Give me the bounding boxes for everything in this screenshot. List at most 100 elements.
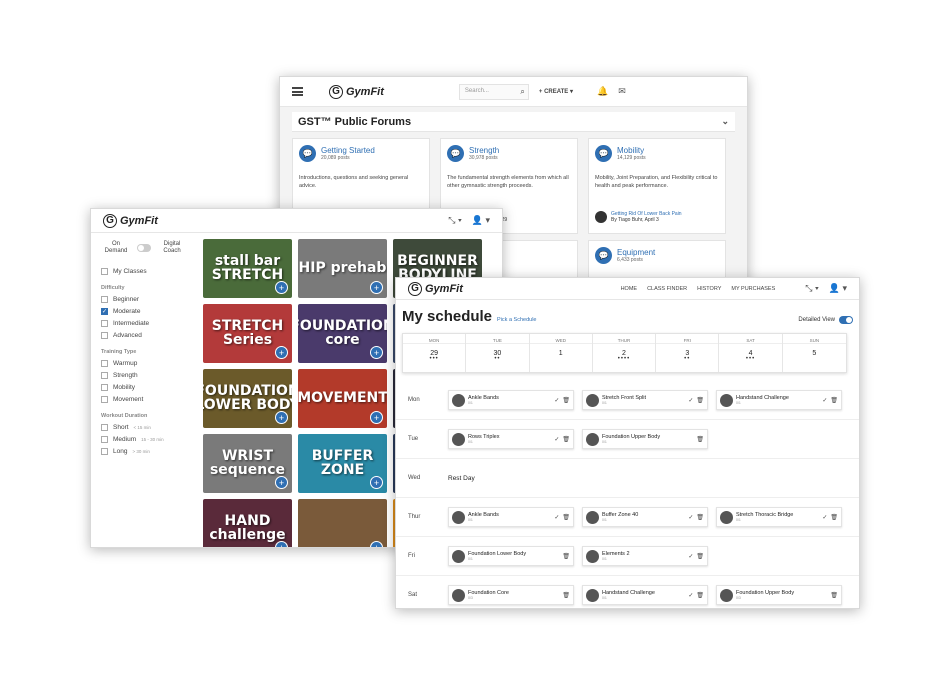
forum-title[interactable]: Mobility bbox=[617, 146, 646, 155]
add-icon[interactable]: + bbox=[370, 411, 383, 424]
forum-card-equipment[interactable]: 💬 Equipment 6,433 posts bbox=[588, 240, 726, 280]
duration-checkbox[interactable]: Long > 30 min bbox=[101, 448, 187, 456]
trash-icon[interactable]: 🗑 bbox=[830, 592, 838, 599]
week-day[interactable]: MON 29 ••• bbox=[403, 334, 467, 372]
add-icon[interactable]: + bbox=[370, 541, 383, 547]
check-icon[interactable]: ✓ bbox=[688, 397, 693, 404]
check-icon[interactable]: ✓ bbox=[554, 436, 559, 443]
checkbox[interactable] bbox=[101, 424, 108, 432]
trash-icon[interactable]: 🗑 bbox=[696, 514, 704, 521]
week-day[interactable]: WED 1 bbox=[529, 334, 593, 372]
scheduled-class[interactable]: Elements 2 0/1 ✓ 🗑 bbox=[582, 546, 708, 566]
user-icon[interactable]: 👤 ▾ bbox=[472, 215, 490, 226]
my-classes-checkbox[interactable]: My Classes bbox=[101, 268, 187, 276]
nav-link[interactable]: HOME bbox=[621, 286, 638, 292]
expand-icon[interactable]: ⤡ ▾ bbox=[805, 283, 818, 294]
week-day[interactable]: SUN 5 bbox=[782, 334, 846, 372]
checkbox[interactable] bbox=[101, 332, 108, 340]
scheduled-class[interactable]: Ankle Bands 0/1 ✓ 🗑 bbox=[448, 390, 574, 410]
scheduled-class[interactable]: Rows Triplex 0/1 ✓ 🗑 bbox=[448, 429, 574, 449]
trash-icon[interactable]: 🗑 bbox=[562, 553, 570, 560]
latest-post[interactable]: Getting Rid Of Lower Back Pain By Tiago B… bbox=[595, 211, 682, 223]
checkbox[interactable] bbox=[101, 268, 108, 276]
nav-link[interactable]: HISTORY bbox=[697, 286, 721, 292]
class-tile[interactable]: HIP prehab + bbox=[298, 239, 387, 298]
week-day[interactable]: TUE 30 •• bbox=[466, 334, 530, 372]
add-icon[interactable]: + bbox=[275, 476, 288, 489]
check-icon[interactable]: ✓ bbox=[822, 397, 827, 404]
scheduled-class[interactable]: Foundation Upper Body 0/1 🗑 bbox=[582, 429, 708, 449]
search-icon[interactable]: ⌕ bbox=[520, 87, 524, 97]
create-button[interactable]: + CREATE ▾ bbox=[539, 88, 573, 95]
class-tile[interactable]: WRIST sequence + bbox=[203, 434, 292, 493]
training-type-checkbox[interactable]: Movement bbox=[101, 396, 187, 404]
trash-icon[interactable]: 🗑 bbox=[562, 592, 570, 599]
checkbox[interactable]: ✓ bbox=[101, 308, 108, 316]
trash-icon[interactable]: 🗑 bbox=[696, 592, 704, 599]
scheduled-class[interactable]: Foundation Lower Body 0/1 🗑 bbox=[448, 546, 574, 566]
class-tile[interactable]: FOUNDATION LOWER BODY+ bbox=[203, 369, 292, 428]
trash-icon[interactable]: 🗑 bbox=[562, 436, 570, 443]
add-icon[interactable]: + bbox=[275, 541, 288, 547]
nav-link[interactable]: CLASS FINDER bbox=[647, 286, 687, 292]
difficulty-checkbox[interactable]: Beginner bbox=[101, 296, 187, 304]
check-icon[interactable]: ✓ bbox=[822, 514, 827, 521]
checkbox[interactable] bbox=[101, 360, 108, 368]
duration-checkbox[interactable]: Medium 15 - 30 min bbox=[101, 436, 187, 444]
class-tile[interactable]: STRETCH Series + bbox=[203, 304, 292, 363]
user-icon[interactable]: 👤 ▾ bbox=[829, 283, 847, 294]
chevron-down-icon[interactable]: ⌄ bbox=[721, 116, 729, 127]
add-icon[interactable]: + bbox=[370, 346, 383, 359]
scheduled-class[interactable]: Ankle Bands 0/1 ✓ 🗑 bbox=[448, 507, 574, 527]
checkbox[interactable] bbox=[101, 320, 108, 328]
check-icon[interactable]: ✓ bbox=[554, 514, 559, 521]
class-tile[interactable]: MOVEMENT + bbox=[298, 369, 387, 428]
duration-checkbox[interactable]: Short < 15 min bbox=[101, 424, 187, 432]
check-icon[interactable]: ✓ bbox=[688, 514, 693, 521]
mode-toggle[interactable] bbox=[137, 243, 151, 252]
logo[interactable]: G GymFit bbox=[408, 281, 463, 296]
training-type-checkbox[interactable]: Strength bbox=[101, 372, 187, 380]
add-icon[interactable]: + bbox=[275, 281, 288, 294]
trash-icon[interactable]: 🗑 bbox=[562, 514, 570, 521]
scheduled-class[interactable]: Stretch Front Split 0/1 ✓ 🗑 bbox=[582, 390, 708, 410]
check-icon[interactable]: ✓ bbox=[688, 592, 693, 599]
expand-icon[interactable]: ⤡ ▾ bbox=[448, 215, 461, 226]
class-tile[interactable]: BUFFER ZONE + bbox=[298, 434, 387, 493]
nav-link[interactable]: MY PURCHASES bbox=[731, 286, 775, 292]
training-type-checkbox[interactable]: Warmup bbox=[101, 360, 187, 368]
class-tile[interactable]: HAND challenge + bbox=[203, 499, 292, 547]
scheduled-class[interactable]: Stretch Thoracic Bridge 0/1 ✓ 🗑 bbox=[716, 507, 842, 527]
bell-icon[interactable]: 🔔 bbox=[597, 86, 608, 97]
checkbox[interactable] bbox=[101, 384, 108, 392]
add-icon[interactable]: + bbox=[370, 281, 383, 294]
logo[interactable]: G GymFit bbox=[103, 213, 158, 228]
checkbox[interactable] bbox=[101, 396, 108, 404]
mail-icon[interactable]: ✉ bbox=[618, 86, 626, 97]
checkbox[interactable] bbox=[101, 372, 108, 380]
class-tile[interactable]: FOUNDATION core+ bbox=[298, 304, 387, 363]
search-input[interactable]: Search... ⌕ bbox=[458, 83, 529, 100]
trash-icon[interactable]: 🗑 bbox=[696, 436, 704, 443]
forum-card[interactable]: 💬 Mobility 14,129 posts Mobility, Joint Pre… bbox=[588, 138, 726, 234]
difficulty-checkbox[interactable]: Intermediate bbox=[101, 320, 187, 328]
trash-icon[interactable]: 🗑 bbox=[696, 553, 704, 560]
scheduled-class[interactable]: Foundation Upper Body 0/3 🗑 bbox=[716, 585, 842, 605]
check-icon[interactable]: ✓ bbox=[688, 553, 693, 560]
checkbox[interactable] bbox=[101, 448, 108, 456]
trash-icon[interactable]: 🗑 bbox=[696, 397, 704, 404]
detailed-view-toggle[interactable] bbox=[839, 316, 853, 324]
trash-icon[interactable]: 🗑 bbox=[830, 397, 838, 404]
add-icon[interactable]: + bbox=[370, 476, 383, 489]
scheduled-class[interactable]: Handstand Challenge 0/1 ✓ 🗑 bbox=[716, 390, 842, 410]
training-type-checkbox[interactable]: Mobility bbox=[101, 384, 187, 392]
forum-title[interactable]: Strength bbox=[469, 146, 499, 155]
class-tile[interactable]: + bbox=[298, 499, 387, 547]
logo[interactable]: G GymFit bbox=[329, 84, 384, 99]
trash-icon[interactable]: 🗑 bbox=[562, 397, 570, 404]
difficulty-checkbox[interactable]: Advanced bbox=[101, 332, 187, 340]
menu-icon[interactable] bbox=[292, 87, 303, 96]
trash-icon[interactable]: 🗑 bbox=[830, 514, 838, 521]
class-tile[interactable]: stall bar STRETCH + bbox=[203, 239, 292, 298]
scheduled-class[interactable]: Foundation Core 0/3 🗑 bbox=[448, 585, 574, 605]
